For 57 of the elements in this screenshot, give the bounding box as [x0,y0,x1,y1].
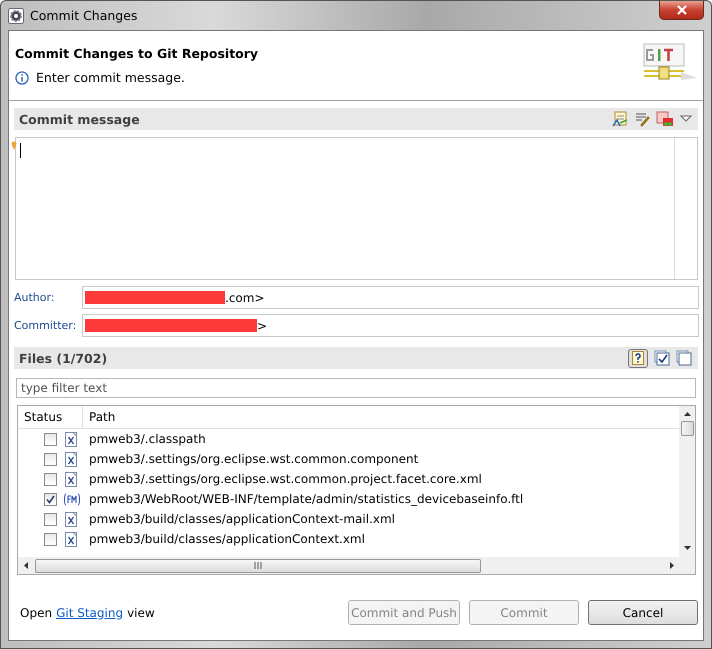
help-icon [632,351,644,365]
spellcheck-icon[interactable] [612,111,628,127]
filter-field[interactable]: type filter text [16,378,696,398]
horizontal-scrollbar[interactable] [18,557,695,574]
show-untracked-button[interactable] [628,348,648,368]
footer-text: view [127,606,155,620]
pin-icon [11,141,17,150]
gear-icon [8,8,24,24]
file-path[interactable]: pmweb3/WebRoot/WEB-INF/template/admin/statistics_devicebaseinfo.ftl [89,492,524,506]
grip-icon [254,562,262,569]
file-path[interactable]: pmweb3/build/classes/applicationContext.xml [89,532,365,546]
file-path[interactable]: pmweb3/.classpath [89,432,206,446]
git-staging-link[interactable]: Git Staging [56,606,124,620]
file-path[interactable]: pmweb3/.settings/org.eclipse.wst.common.component [89,452,418,466]
checkbox[interactable] [44,512,57,526]
checkbox[interactable] [44,452,57,466]
check-all-icon[interactable] [654,350,670,366]
dialog-button[interactable]: Cancel [588,600,698,625]
column-header[interactable]: Path [83,406,116,428]
close-button[interactable] [659,1,704,20]
text-cursor [20,143,21,158]
scroll-down-icon[interactable] [682,545,692,551]
scroll-thumb[interactable] [35,558,481,572]
section-title: Files (1/702) [19,350,108,366]
checkbox[interactable] [44,472,57,486]
column-header[interactable]: Status [18,406,83,428]
window-title: Commit Changes [30,8,138,23]
checkbox[interactable] [44,532,57,546]
info-icon [15,70,29,84]
template-file-icon [64,492,80,506]
footer-text: Open [20,606,52,620]
field-value: > [257,318,268,332]
scroll-right-icon[interactable] [669,561,675,570]
field-value: .com> [225,290,264,304]
file-path[interactable]: pmweb3/build/classes/applicationContext-mail.xml [89,512,395,526]
field-label: Committer: [14,319,78,332]
checkbox[interactable] [44,492,57,506]
info-message: Enter commit message. [36,70,185,85]
file-path[interactable]: pmweb3/.settings/org.eclipse.wst.common.project.facet.core.xml [89,472,482,486]
xml-file-icon [64,472,80,486]
author-field[interactable]: .com> [82,286,699,309]
scroll-thumb[interactable] [680,421,694,436]
vertical-scrollbar[interactable] [679,406,695,557]
uncheck-all-icon[interactable] [676,350,692,366]
scroll-left-icon[interactable] [23,561,29,570]
xml-file-icon [64,432,80,446]
xml-file-icon [64,452,80,466]
dialog-heading: Commit Changes to Git Repository [15,46,260,61]
xml-file-icon [64,512,80,526]
committer-field[interactable]: > [82,314,699,337]
scroll-up-icon[interactable] [682,411,692,417]
field-label: Author: [14,291,56,304]
checkbox[interactable] [44,432,57,446]
section-title: Commit message [19,112,140,126]
xml-file-icon [64,532,80,546]
close-icon [676,5,688,15]
dropdown-icon[interactable] [680,114,692,124]
